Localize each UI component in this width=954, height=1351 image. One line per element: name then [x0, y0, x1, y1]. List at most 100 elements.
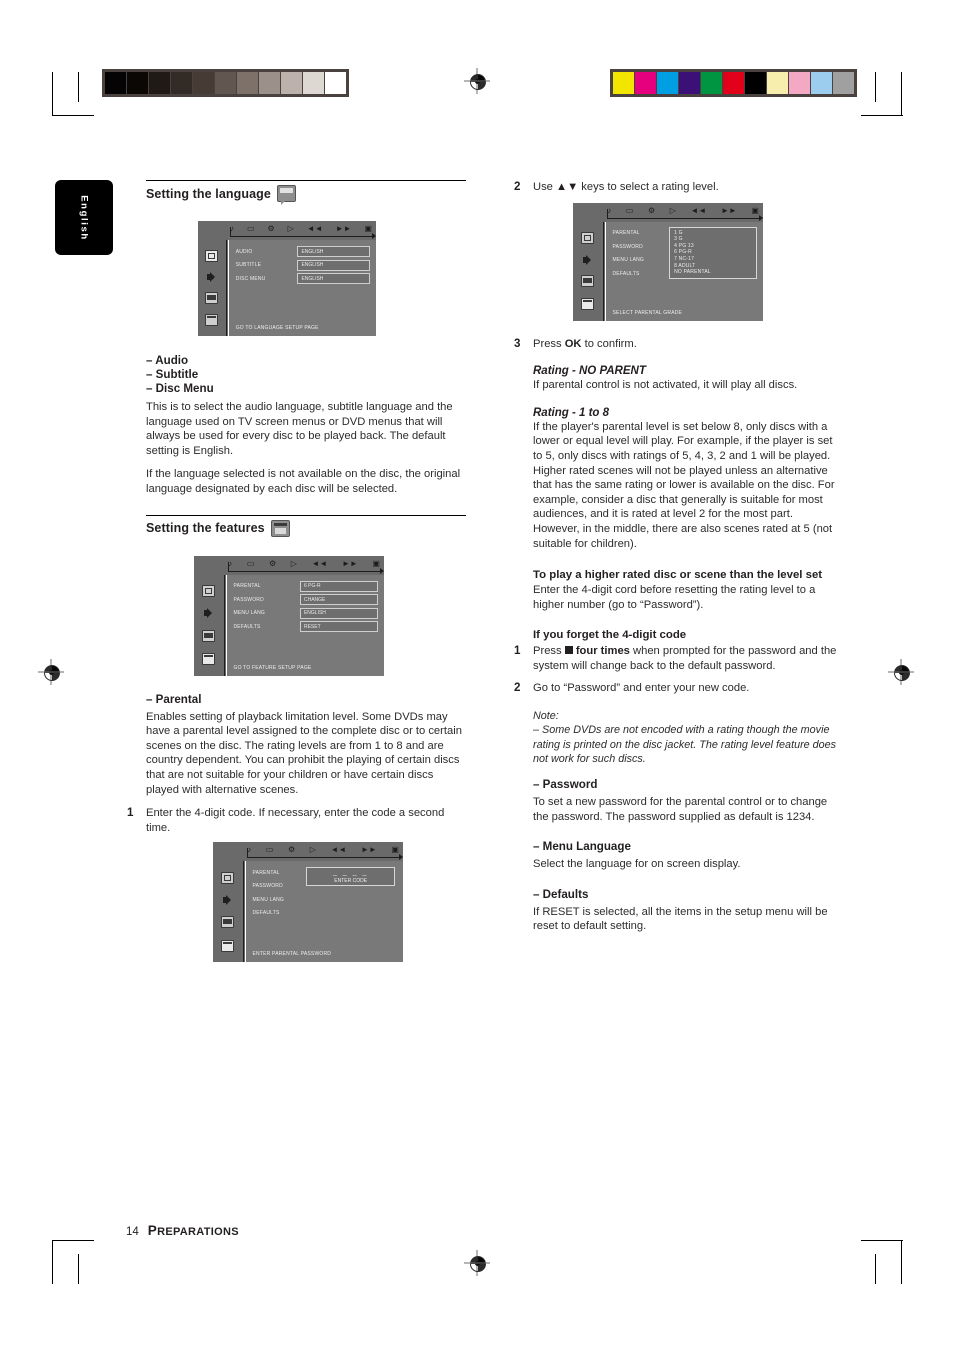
crop-mark-tr-v — [901, 72, 902, 116]
osd-row: MENU LANG ENGLISH — [233, 607, 378, 619]
play-higher-rated-body: Enter the 4-digit cord before resetting … — [533, 584, 816, 611]
osd-row-value: ENGLISH — [297, 246, 370, 257]
osd-sidebar-rail — [573, 221, 602, 321]
osd-panel: PARENTAL PASSWORD MENU LANG DEFAULTS — [245, 861, 403, 963]
note-body: – Some DVDs are not encoded with a ratin… — [533, 724, 837, 765]
four-times-emphasis: four times — [575, 645, 630, 658]
step-select-rating-level: 2 Use ▲▼ keys to select a rating level. — [514, 180, 839, 195]
step-press-stop-four-times: 1 Press four times when prompted for the… — [514, 644, 839, 673]
feature-box-icon — [270, 519, 290, 537]
osd-row-label: MENU LANG — [252, 896, 285, 903]
rating-level-list[interactable]: 1 G 3 G 4 PG 13 6 PG-R 7 NC-17 8 ADULT N… — [669, 226, 757, 279]
color-swatch — [767, 72, 788, 94]
osd-row-label: MENU LANG — [612, 257, 645, 264]
crop-mark-tl-h — [52, 115, 94, 116]
osd-row-label: MENU LANG — [233, 610, 266, 617]
language-description-paragraph: This is to select the audio language, su… — [146, 401, 453, 457]
audio-settings-icon — [203, 608, 214, 619]
rating-option[interactable]: 1 G — [674, 230, 756, 237]
crop-mark-tl-v — [52, 72, 53, 116]
rating-option[interactable]: 7 NC-17 — [674, 256, 756, 263]
osd-row-value: CHANGE — [299, 594, 378, 606]
osd-topbar-line — [607, 217, 761, 219]
defaults-body: If RESET is selected, all the items in t… — [533, 905, 828, 933]
setup-icon: ⚙ — [647, 205, 656, 215]
color-swatch — [833, 72, 854, 94]
heading-setting-the-language: Setting the language — [146, 180, 466, 205]
osd-topbar: ♪ ▭ ⚙ ▷ ◄◄ ►► ▣ — [213, 842, 403, 862]
rating-1-to-8-body: If the player's parental level is set be… — [533, 420, 835, 550]
language-settings-icon — [580, 275, 594, 288]
osd-row: MENU LANG — [253, 894, 322, 905]
osd-row-label: PARENTAL — [612, 230, 640, 237]
menu-language-body: Select the language for on screen displa… — [533, 858, 741, 871]
step-text-before: Press — [533, 645, 565, 658]
osd-language-setup: ♪ ▭ ⚙ ▷ ◄◄ ►► ▣ AUDIO ENGLISH SUBTITLE E… — [198, 221, 376, 336]
osd-rows: AUDIO ENGLISH SUBTITLE ENGLISH DISC MENU… — [236, 246, 370, 284]
language-settings-icon — [201, 629, 215, 642]
screen-icon: ▭ — [246, 558, 255, 568]
osd-row: DEFAULTS — [613, 268, 677, 279]
heading-parental: – Parental — [146, 692, 202, 706]
step-text-before: Press — [533, 337, 565, 350]
osd-row-value: ENGLISH — [299, 607, 378, 619]
display-icon: ▣ — [751, 205, 759, 215]
heading-defaults: – Defaults — [533, 887, 589, 901]
step-text: Press OK to confirm. — [533, 337, 839, 352]
rating-option[interactable]: 4 PG 13 — [674, 243, 756, 250]
feature-settings-icon — [204, 314, 218, 326]
speech-bubble-icon — [276, 185, 296, 205]
osd-row: AUDIO ENGLISH — [236, 246, 370, 257]
osd-row: DEFAULTS RESET — [233, 621, 378, 633]
osd-rows: PARENTAL PASSWORD MENU LANG DEFAULTS — [613, 228, 677, 280]
rating-option[interactable]: 3 G — [674, 236, 756, 243]
color-swatch — [789, 72, 810, 94]
grayscale-swatch — [171, 72, 192, 94]
rating-option-selected[interactable]: 6 PG-R — [674, 249, 756, 256]
rating-option[interactable]: NO PARENTAL — [674, 269, 756, 276]
grayscale-swatch — [237, 72, 258, 94]
bullet-subtitle: – Subtitle — [146, 368, 199, 381]
screen-icon: ▭ — [625, 205, 634, 215]
color-swatch — [701, 72, 722, 94]
osd-rows: PARENTAL 6 PG-R PASSWORD CHANGE MENU LAN… — [233, 580, 378, 633]
osd-footer-hint: SELECT PARENTAL GRADE — [612, 309, 683, 316]
osd-icon-row: ♪ ▭ ⚙ ▷ ◄◄ ►► ▣ — [230, 224, 372, 233]
manual-page: English Setting the language ♪ ▭ ⚙ ▷ ◄◄ … — [0, 0, 954, 1351]
osd-row-label: DEFAULTS — [233, 623, 261, 630]
step-text: Press four times when prompted for the p… — [533, 644, 839, 673]
heading-play-higher-rated: To play a higher rated disc or scene tha… — [533, 569, 823, 582]
osd-row-value: ENGLISH — [297, 273, 370, 284]
step-text-before: Use — [533, 181, 557, 193]
rating-option[interactable]: 8 ADULT — [674, 263, 756, 270]
crop-mark-br-h — [861, 1240, 903, 1241]
osd-topbar-tick — [247, 848, 249, 859]
parental-description-paragraph: Enables setting of playback limitation l… — [146, 710, 462, 796]
osd-icon-row: ♪ ▭ ⚙ ▷ ◄◄ ►► ▣ — [247, 845, 399, 854]
osd-panel: AUDIO ENGLISH SUBTITLE ENGLISH DISC MENU… — [228, 240, 376, 336]
picture-settings-icon — [220, 871, 234, 884]
osd-panel: PARENTAL 6 PG-R PASSWORD CHANGE MENU LAN… — [226, 574, 384, 676]
right-column: 2 Use ▲▼ keys to select a rating level. … — [514, 180, 839, 943]
crop-mark-br2-v — [875, 1254, 876, 1284]
osd-sidebar-rail — [213, 861, 242, 963]
osd-topbar-arrow — [759, 214, 763, 221]
grayscale-swatch — [259, 72, 280, 94]
enter-code-box[interactable]: _ _ _ _ ENTER CODE — [306, 867, 395, 887]
registration-mark-top — [464, 68, 490, 94]
display-icon: ▣ — [364, 224, 372, 233]
crop-mark-bl2-v — [78, 1254, 79, 1284]
rewind-icon: ◄◄ — [690, 205, 707, 215]
osd-row-label: DEFAULTS — [252, 910, 280, 917]
osd-row: SUBTITLE ENGLISH — [236, 259, 370, 271]
osd-row-value: 6 PG-R — [299, 580, 378, 592]
crop-mark-br-v — [901, 1240, 902, 1284]
osd-topbar-line — [228, 570, 382, 572]
grayscale-swatch — [127, 72, 148, 94]
osd-body: AUDIO ENGLISH SUBTITLE ENGLISH DISC MENU… — [198, 240, 376, 336]
color-swatch — [811, 72, 832, 94]
osd-icon-row: ♪ ▭ ⚙ ▷ ◄◄ ►► ▣ — [607, 206, 759, 215]
osd-sidebar-rail — [194, 574, 223, 676]
osd-row-label: AUDIO — [235, 248, 253, 255]
osd-row-label: PASSWORD — [612, 243, 643, 250]
